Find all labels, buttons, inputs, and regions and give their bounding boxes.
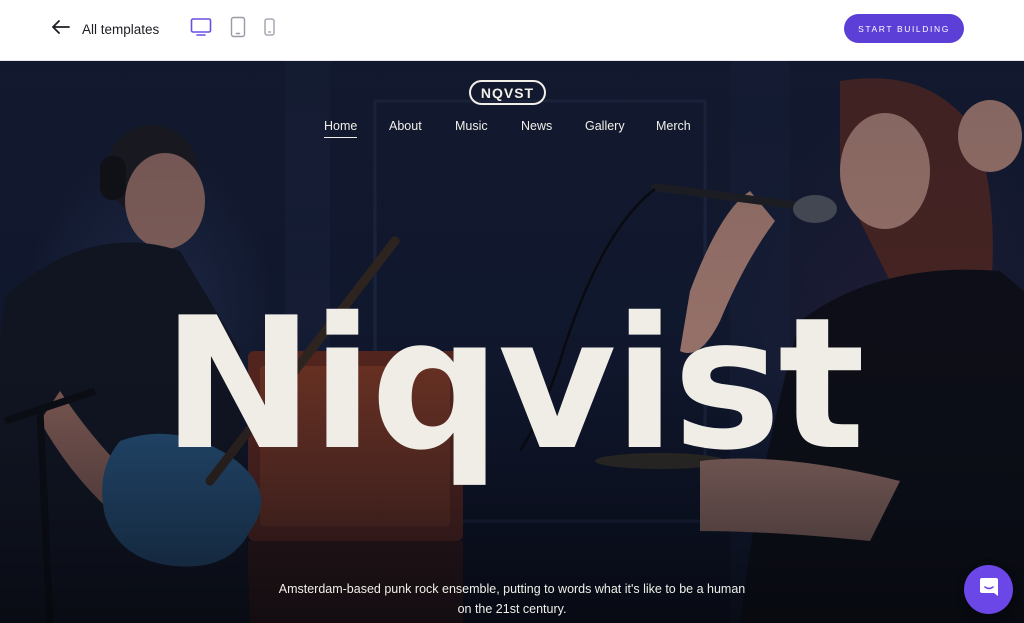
hero-headline: Niqvist <box>161 278 865 490</box>
tablet-view-icon[interactable] <box>230 16 246 38</box>
site-logo[interactable]: NQVST <box>469 80 546 105</box>
hero-tagline-line-1: Amsterdam-based punk rock ensemble, putt… <box>278 582 746 596</box>
device-switcher <box>190 16 275 38</box>
mobile-view-icon[interactable] <box>264 18 275 36</box>
nav-music[interactable]: Music <box>455 119 488 137</box>
hero-tagline-line-2: on the 21st century. <box>457 602 567 616</box>
nav-gallery[interactable]: Gallery <box>585 119 625 137</box>
back-to-templates-link[interactable]: All templates <box>52 19 159 39</box>
nav-merch[interactable]: Merch <box>656 119 691 137</box>
nav-about[interactable]: About <box>389 119 422 137</box>
back-label: All templates <box>82 21 160 37</box>
chat-bubble-icon <box>978 576 1000 603</box>
start-building-button[interactable]: START BUILDING <box>844 14 964 43</box>
editor-topbar: All templates START BUILDING <box>0 0 1024 61</box>
desktop-view-icon[interactable] <box>190 17 212 37</box>
site-nav: Home About Music News Gallery Merch <box>0 119 1024 141</box>
hero-section: NQVST Home About Music News Gallery Merc… <box>0 61 1024 623</box>
nav-home[interactable]: Home <box>324 119 358 138</box>
hero-tagline: Amsterdam-based punk rock ensemble, putt… <box>260 579 764 619</box>
chat-launcher-button[interactable] <box>964 565 1013 614</box>
arrow-left-icon <box>52 19 70 39</box>
nav-news[interactable]: News <box>521 119 552 137</box>
